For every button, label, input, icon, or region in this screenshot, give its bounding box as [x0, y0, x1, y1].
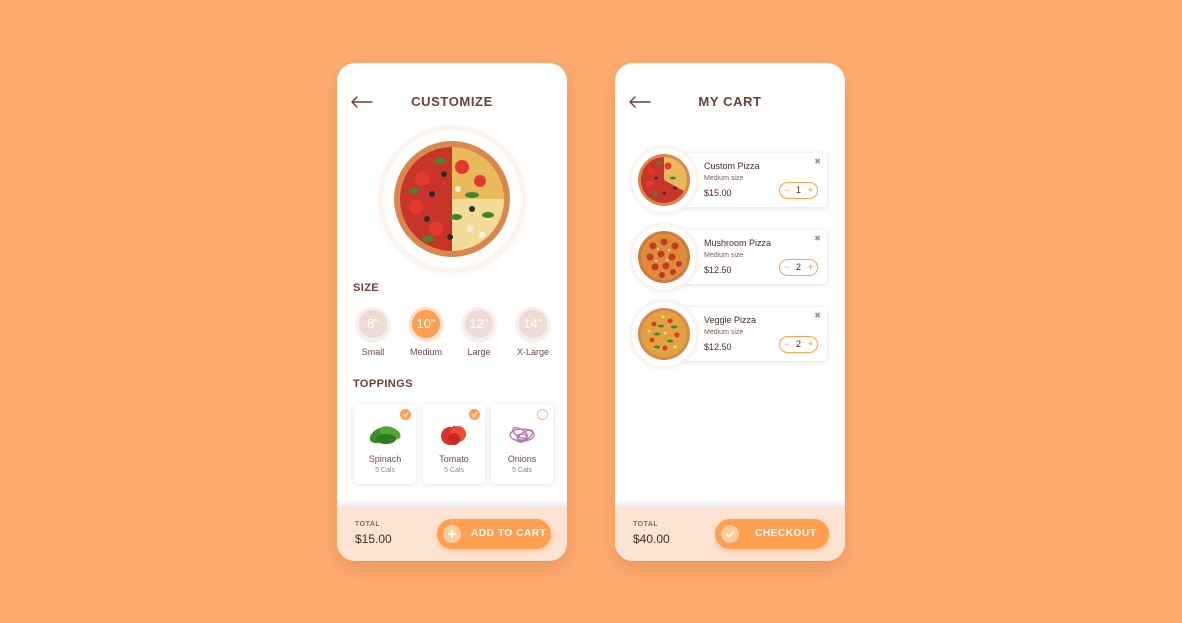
mushroom-pizza-thumbnail	[638, 231, 690, 283]
quantity-value: 2	[796, 339, 802, 349]
cart-item: Veggie Pizza Medium size $12.50 ✖ − 2 +	[673, 307, 827, 361]
cart-item: Mushroom Pizza Medium size $12.50 ✖ − 2 …	[673, 230, 827, 284]
topping-name: Spinach	[368, 454, 402, 464]
size-label: Medium	[409, 347, 442, 357]
item-price: $12.50	[704, 265, 732, 275]
total-value: $15.00	[355, 532, 392, 546]
tomato-icon	[441, 425, 466, 445]
increase-quantity-button[interactable]: +	[808, 339, 813, 349]
quantity-value: 1	[796, 185, 802, 195]
remove-item-icon[interactable]: ✖	[814, 157, 821, 166]
plus-icon	[443, 525, 461, 543]
check-icon	[400, 409, 411, 420]
topping-card-tomato[interactable]: Tomato 5 Cals	[423, 404, 485, 484]
topping-calories: 5 Cals	[375, 467, 395, 474]
veggie-pizza-thumbnail	[638, 308, 690, 360]
item-name: Mushroom Pizza	[704, 238, 772, 248]
remove-item-icon[interactable]: ✖	[814, 234, 821, 243]
total-label: TOTAL	[355, 521, 381, 528]
remove-item-icon[interactable]: ✖	[814, 311, 821, 320]
item-price: $15.00	[704, 188, 732, 198]
total-label: TOTAL	[633, 521, 659, 528]
decrease-quantity-button[interactable]: −	[784, 262, 789, 272]
cart-item: Custom Pizza Medium size $15.00 ✖ − 1 +	[673, 153, 827, 207]
size-option-small[interactable]: 8" Small	[352, 307, 394, 357]
quantity-stepper: − 1 +	[779, 182, 818, 199]
size-option-x-large[interactable]: 14" X-Large	[512, 307, 554, 357]
decrease-quantity-button[interactable]: −	[784, 185, 789, 195]
size-label: Small	[361, 347, 385, 357]
item-size: Medium size	[704, 252, 744, 259]
checkout-label: CHECKOUT	[755, 528, 817, 539]
size-label: Large	[467, 347, 491, 357]
page-title: MY CART	[698, 94, 762, 109]
item-name: Custom Pizza	[704, 161, 760, 171]
size-option-medium[interactable]: 10" Medium	[405, 307, 447, 357]
quantity-stepper: − 2 +	[779, 336, 818, 353]
item-name: Veggie Pizza	[704, 315, 757, 325]
customize-screen: CUSTOMIZE SIZE 8" Small 10" Medium 12" L…	[337, 63, 567, 561]
checkout-button[interactable]: CHECKOUT	[715, 519, 829, 549]
size-section-label: SIZE	[353, 282, 380, 294]
size-label: X-Large	[516, 347, 550, 357]
item-size: Medium size	[704, 329, 744, 336]
quantity-stepper: − 2 +	[779, 259, 818, 276]
increase-quantity-button[interactable]: +	[808, 185, 813, 195]
size-option-large[interactable]: 12" Large	[458, 307, 500, 357]
unchecked-icon	[537, 409, 548, 420]
cart-item-image	[632, 148, 696, 212]
custom-pizza-image	[394, 141, 510, 257]
item-price: $12.50	[704, 342, 732, 352]
custom-pizza-thumbnail	[638, 154, 690, 206]
size-value: 12"	[462, 307, 496, 341]
topping-calories: 5 Cals	[512, 467, 532, 474]
onion-icon	[509, 427, 535, 443]
decrease-quantity-button[interactable]: −	[784, 339, 789, 349]
size-value: 14"	[516, 307, 550, 341]
size-value: 10"	[409, 307, 443, 341]
total-value: $40.00	[633, 532, 670, 546]
add-to-cart-button[interactable]: ADD TO CART	[437, 519, 551, 549]
topping-calories: 5 Cals	[444, 467, 464, 474]
footer-bar: TOTAL $15.00 ADD TO CART	[337, 499, 567, 561]
topping-card-onions[interactable]: Onions 5 Cals	[491, 404, 553, 484]
footer-bar: TOTAL $40.00 CHECKOUT	[615, 499, 845, 561]
page-title: CUSTOMIZE	[411, 94, 493, 109]
pizza-preview	[383, 130, 521, 268]
cart-screen: MY CART Custom Pizza Medium size $15.00 …	[615, 63, 845, 561]
topping-card-spinach[interactable]: Spinach 5 Cals	[354, 404, 416, 484]
item-size: Medium size	[704, 175, 744, 182]
check-icon	[469, 409, 480, 420]
spinach-icon	[369, 426, 401, 444]
size-value: 8"	[356, 307, 390, 341]
topping-name: Tomato	[439, 454, 469, 464]
toppings-section-label: TOPPINGS	[353, 378, 413, 390]
check-icon	[721, 525, 739, 543]
cart-item-image	[632, 225, 696, 289]
add-to-cart-label: ADD TO CART	[471, 528, 547, 539]
topping-name: Onions	[507, 454, 537, 464]
increase-quantity-button[interactable]: +	[808, 262, 813, 272]
cart-item-image	[632, 302, 696, 366]
quantity-value: 2	[796, 262, 802, 272]
